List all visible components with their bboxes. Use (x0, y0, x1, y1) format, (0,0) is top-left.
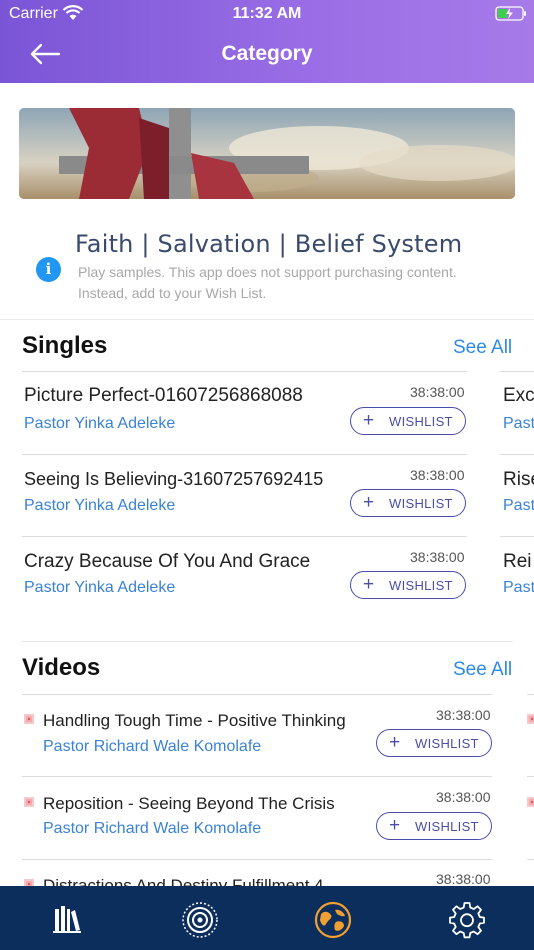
app-header: Carrier 11:32 AM Category (0, 0, 534, 83)
add-to-wishlist-button[interactable]: + WISHLIST (376, 812, 492, 840)
single-duration: 38:38:00 (410, 384, 465, 400)
single-author[interactable]: Pastor Yinka Adeleke (24, 497, 175, 515)
add-to-wishlist-button[interactable]: + WISHLIST (350, 407, 466, 435)
wishlist-label: WISHLIST (415, 736, 479, 751)
info-icon: i (36, 257, 61, 282)
single-author[interactable]: Pastor Yinka Adeleke (24, 579, 175, 597)
single-author-peek[interactable]: Past (503, 579, 534, 597)
single-duration: 38:38:00 (410, 549, 465, 565)
globe-icon[interactable] (313, 900, 353, 940)
video-marker-icon (24, 797, 34, 807)
single-title-peek[interactable]: Rei (503, 551, 532, 573)
single-title[interactable]: Picture Perfect-01607256868088 (24, 385, 303, 407)
settings-icon[interactable] (447, 900, 487, 940)
radio-icon[interactable] (180, 900, 220, 940)
plus-icon: + (363, 410, 375, 431)
clock: 11:32 AM (232, 5, 302, 22)
divider (500, 454, 534, 455)
bottom-tab-bar (0, 886, 534, 950)
video-duration: 38:38:00 (436, 789, 491, 805)
purchase-notice: Play samples. This app does not support … (78, 262, 518, 304)
single-author[interactable]: Pastor Yinka Adeleke (24, 415, 175, 433)
category-banner-image (19, 108, 515, 199)
wishlist-label: WISHLIST (389, 578, 453, 593)
divider (527, 776, 534, 777)
video-duration: 38:38:00 (436, 871, 491, 887)
video-author[interactable]: Pastor Richard Wale Komolafe (43, 738, 261, 756)
plus-icon: + (389, 732, 401, 753)
single-title-peek[interactable]: Rise (503, 469, 534, 491)
plus-icon: + (363, 492, 375, 513)
notice-line-2: Instead, add to your Wish List. (78, 285, 267, 301)
singles-see-all-link[interactable]: See All (453, 337, 512, 359)
video-marker-icon (24, 714, 34, 724)
wishlist-label: WISHLIST (389, 496, 453, 511)
videos-see-all-link[interactable]: See All (453, 659, 512, 681)
wishlist-label: WISHLIST (415, 819, 479, 834)
status-bar: Carrier 11:32 AM (0, 0, 534, 28)
divider (22, 536, 467, 537)
video-marker-icon (527, 797, 534, 807)
divider (0, 319, 534, 320)
single-duration: 38:38:00 (410, 467, 465, 483)
divider (22, 859, 492, 860)
video-duration: 38:38:00 (436, 707, 491, 723)
singles-section-title: Singles (22, 332, 108, 359)
single-title-peek[interactable]: Exc (503, 385, 534, 407)
add-to-wishlist-button[interactable]: + WISHLIST (350, 489, 466, 517)
page-title: Category (221, 42, 313, 65)
divider (527, 859, 534, 860)
video-author[interactable]: Pastor Richard Wale Komolafe (43, 820, 261, 838)
notice-line-1: Play samples. This app does not support … (78, 264, 457, 280)
single-author-peek[interactable]: Past (503, 497, 534, 515)
library-icon[interactable] (47, 900, 87, 940)
single-author-peek[interactable]: Past (503, 415, 534, 433)
video-title[interactable]: Handling Tough Time - Positive Thinking (43, 711, 346, 731)
add-to-wishlist-button[interactable]: + WISHLIST (376, 729, 492, 757)
divider (22, 641, 513, 642)
plus-icon: + (389, 815, 401, 836)
category-name: Faith | Salvation | Belief System (75, 230, 463, 258)
wishlist-label: WISHLIST (389, 414, 453, 429)
divider (22, 694, 492, 695)
video-title[interactable]: Reposition - Seeing Beyond The Crisis (43, 794, 335, 814)
battery-charging-icon (495, 6, 526, 21)
divider (500, 536, 534, 537)
divider (22, 371, 467, 372)
divider (22, 454, 467, 455)
single-title[interactable]: Seeing Is Believing-31607257692415 (24, 469, 323, 490)
videos-section-title: Videos (22, 654, 101, 681)
add-to-wishlist-button[interactable]: + WISHLIST (350, 571, 466, 599)
video-marker-icon (527, 714, 534, 724)
divider (22, 776, 492, 777)
single-title[interactable]: Crazy Because Of You And Grace (24, 551, 310, 573)
divider (500, 371, 534, 372)
divider (527, 694, 534, 695)
plus-icon: + (363, 574, 375, 595)
